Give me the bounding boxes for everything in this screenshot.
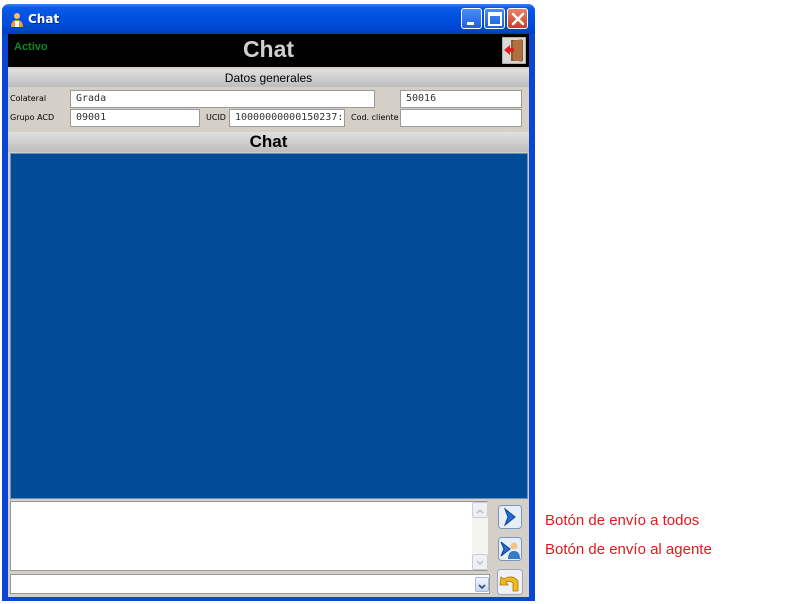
window-title: Chat [28,12,60,26]
title-bar[interactable]: Chat [2,4,535,34]
scroll-up-button[interactable] [472,502,488,518]
collateral-field[interactable]: Grada [70,90,375,108]
close-button[interactable] [507,8,528,29]
minimize-icon [467,22,474,25]
window-client-area: Activo Chat Datos generales Colateral Gr… [8,34,529,597]
agent-select[interactable] [10,574,490,594]
chat-section-header: Chat [8,132,529,152]
chevron-down-icon [476,560,484,566]
send-to-all-button[interactable] [498,505,522,529]
maximize-icon [488,12,502,26]
client-code-field[interactable] [400,109,522,127]
send-to-agent-button[interactable] [498,537,522,561]
header-bar: Activo Chat [8,34,529,67]
page-title: Chat [242,36,295,62]
chat-window: Chat Activo Chat Datos generales Colater… [2,4,535,601]
user-icon [11,13,23,27]
client-code-label: Cod. cliente [351,113,399,122]
callout-send-all: Botón de envío a todos [545,512,700,529]
scroll-down-button[interactable] [472,554,488,570]
chat-history[interactable] [10,153,528,499]
message-input[interactable] [10,501,488,571]
dropdown-button[interactable] [475,577,489,592]
chevron-up-icon [476,508,484,514]
minimize-button[interactable] [461,8,482,29]
ucid-field[interactable]: 10000000000150237: [229,109,345,127]
exit-door-icon[interactable] [502,37,526,64]
acd-group-label: Grupo ACD [10,113,55,122]
message-scrollbar[interactable] [472,502,488,570]
collateral-code-field[interactable]: 50016 [400,90,522,108]
undo-button[interactable] [497,569,523,595]
maximize-button[interactable] [484,8,505,29]
callout-send-agent: Botón de envío al agente [545,541,712,558]
ucid-label: UCID [206,113,226,122]
chevron-down-icon [478,584,486,590]
acd-group-field[interactable]: 09001 [70,109,200,127]
close-icon [511,12,525,26]
general-data-header: Datos generales [8,69,529,87]
collateral-label: Colateral [10,94,47,103]
